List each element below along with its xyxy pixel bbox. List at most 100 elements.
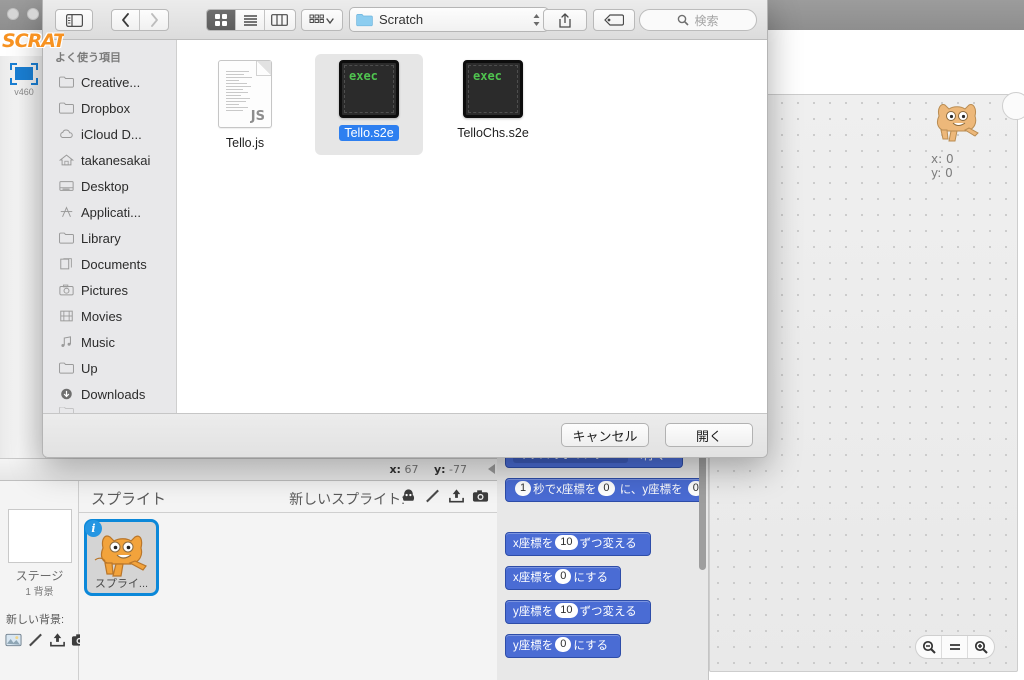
set-y-text-b: にする: [573, 640, 608, 652]
script-area-sprite-watermark: x: 0 y: 0: [931, 99, 985, 180]
file-item-tello-js[interactable]: JS Tello.js: [191, 54, 299, 155]
block-set-x-to[interactable]: x座標を 0 にする: [505, 566, 621, 590]
sidebar-item-downloads[interactable]: Downloads: [43, 381, 176, 407]
column-view-button[interactable]: [265, 10, 294, 30]
dialog-sidebar[interactable]: よく使う項目 Creative... Dropbox iCloud D... t…: [43, 40, 177, 413]
scratch-logo: SCRATCH: [2, 30, 64, 52]
arrange-button[interactable]: [301, 9, 343, 31]
search-placeholder: 検索: [694, 13, 719, 28]
list-view-button[interactable]: [236, 10, 265, 30]
new-sprite-label: 新しいスプライト:: [289, 491, 405, 507]
small-stage-layout-button[interactable]: v460: [6, 62, 42, 98]
mouse-x-value: 67: [404, 463, 419, 476]
cancel-button[interactable]: キャンセル: [561, 423, 649, 447]
sidebar-toggle-button[interactable]: [55, 9, 93, 31]
home-icon: [59, 154, 74, 166]
tag-button[interactable]: [593, 9, 635, 31]
icon-view-icon: [215, 14, 227, 26]
exec-badge: exec: [349, 69, 378, 83]
sidebar-item-label: iCloud D...: [81, 126, 142, 142]
sprite-item-label: スプライ...: [94, 578, 149, 590]
sidebar-item-documents[interactable]: Documents: [43, 251, 176, 277]
block-palette[interactable]: マウスのポインター へ行く 1秒でx座標を0 に、y座標を 0 x座標を10ずつ…: [497, 440, 709, 680]
sidebar-item-icloud-drive[interactable]: iCloud D...: [43, 121, 176, 147]
sidebar-item-library[interactable]: Library: [43, 225, 176, 251]
camera-sprite-icon[interactable]: [472, 487, 489, 505]
search-input[interactable]: 検索: [639, 9, 757, 31]
sidebar-item-up[interactable]: Up: [43, 355, 176, 381]
share-button[interactable]: [543, 9, 587, 31]
column-view-icon: [271, 14, 288, 26]
new-sprite-tools[interactable]: [400, 487, 489, 505]
zoom-out-button[interactable]: [916, 636, 942, 658]
sidebar-item-music[interactable]: Music: [43, 329, 176, 355]
glide-x-input[interactable]: 0: [598, 481, 615, 497]
sprite-list[interactable]: i スプライ...: [80, 514, 497, 680]
glide-seconds-input[interactable]: 1: [515, 481, 532, 497]
file-item-tello-s2e[interactable]: exec Tello.s2e: [315, 54, 423, 155]
sprite-thumbnail-item[interactable]: i スプライ...: [84, 519, 159, 596]
sidebar-item-label: Up: [81, 360, 98, 376]
open-button[interactable]: 開く: [665, 423, 753, 447]
paint-backdrop-icon[interactable]: [27, 631, 44, 649]
file-grid: JS Tello.js exec Tello.s2e exec TelloChs…: [191, 54, 767, 155]
sidebar-item-movies[interactable]: Movies: [43, 303, 176, 329]
file-extension-badge: JS: [250, 109, 265, 124]
stage-backdrop-count: 1 背景: [25, 587, 54, 598]
screen: SCRATCH v460: [0, 0, 1024, 680]
sprite-pane-title: スプライト: [91, 491, 167, 508]
chevron-updown-icon: [533, 13, 540, 26]
path-popup-button[interactable]: Scratch: [349, 7, 549, 32]
open-file-dialog[interactable]: Scratch 検索 よく使う項目 Creative... Dropbox iC…: [42, 0, 768, 458]
script-area-corner-control[interactable]: [1002, 92, 1024, 120]
upload-sprite-icon[interactable]: [448, 487, 465, 505]
share-icon: [559, 12, 571, 28]
set-x-input[interactable]: 0: [555, 569, 572, 585]
version-label: v460: [14, 87, 34, 97]
zoom-in-button[interactable]: [968, 636, 994, 658]
change-x-input[interactable]: 10: [555, 535, 578, 551]
view-mode-buttons[interactable]: [206, 9, 296, 31]
mouse-y-label: y:: [433, 463, 446, 476]
change-y-text-b: ずつ変える: [579, 606, 637, 618]
choose-sprite-icon[interactable]: [400, 487, 417, 505]
block-change-x-by[interactable]: x座標を 10 ずつ変える: [505, 532, 651, 556]
sidebar-item-applications[interactable]: Applicati...: [43, 199, 176, 225]
change-y-input[interactable]: 10: [555, 603, 578, 619]
navigation-buttons[interactable]: [111, 9, 169, 31]
sidebar-item-dropbox[interactable]: Dropbox: [43, 95, 176, 121]
block-set-y-to[interactable]: y座標を 0 にする: [505, 634, 621, 658]
file-browser[interactable]: JS Tello.js exec Tello.s2e exec TelloChs…: [177, 40, 767, 413]
sidebar-item-creative[interactable]: Creative...: [43, 69, 176, 95]
icon-view-button[interactable]: [207, 10, 236, 30]
sidebar-item-label: Pictures: [81, 282, 128, 298]
zoom-reset-button[interactable]: [942, 636, 968, 658]
sprite-info-badge[interactable]: i: [85, 520, 102, 537]
set-x-text-b: にする: [573, 572, 608, 584]
back-button[interactable]: [112, 10, 141, 30]
file-item-tellochs-s2e[interactable]: exec TelloChs.s2e: [439, 54, 547, 155]
sidebar-item-pictures[interactable]: Pictures: [43, 277, 176, 303]
close-window-button[interactable]: [7, 8, 19, 20]
minimize-window-button[interactable]: [27, 8, 39, 20]
pictures-icon: [59, 284, 74, 296]
cat-watermark-icon: [936, 104, 979, 142]
upload-backdrop-icon[interactable]: [49, 631, 66, 649]
forward-button[interactable]: [140, 10, 168, 30]
folder-icon: [59, 102, 74, 114]
set-y-input[interactable]: 0: [555, 637, 572, 653]
script-zoom-controls[interactable]: [915, 635, 995, 659]
zoom-out-icon: [922, 640, 936, 654]
choose-backdrop-icon[interactable]: [5, 631, 22, 649]
sidebar-item-home[interactable]: takanesakai: [43, 147, 176, 173]
block-change-y-by[interactable]: y座標を 10 ずつ変える: [505, 600, 651, 624]
new-backdrop-tools[interactable]: [5, 631, 88, 649]
paint-sprite-icon[interactable]: [424, 487, 441, 505]
palette-scrollbar[interactable]: [699, 452, 706, 570]
folder-icon: [59, 76, 74, 88]
sidebar-item-desktop[interactable]: Desktop: [43, 173, 176, 199]
collapse-arrow-icon[interactable]: [488, 464, 495, 474]
stage-thumbnail[interactable]: [8, 509, 72, 563]
block-glide-to-xy[interactable]: 1 秒でx座標を 0 に、y座標を 0: [505, 478, 705, 502]
window-traffic-lights[interactable]: [7, 8, 39, 20]
